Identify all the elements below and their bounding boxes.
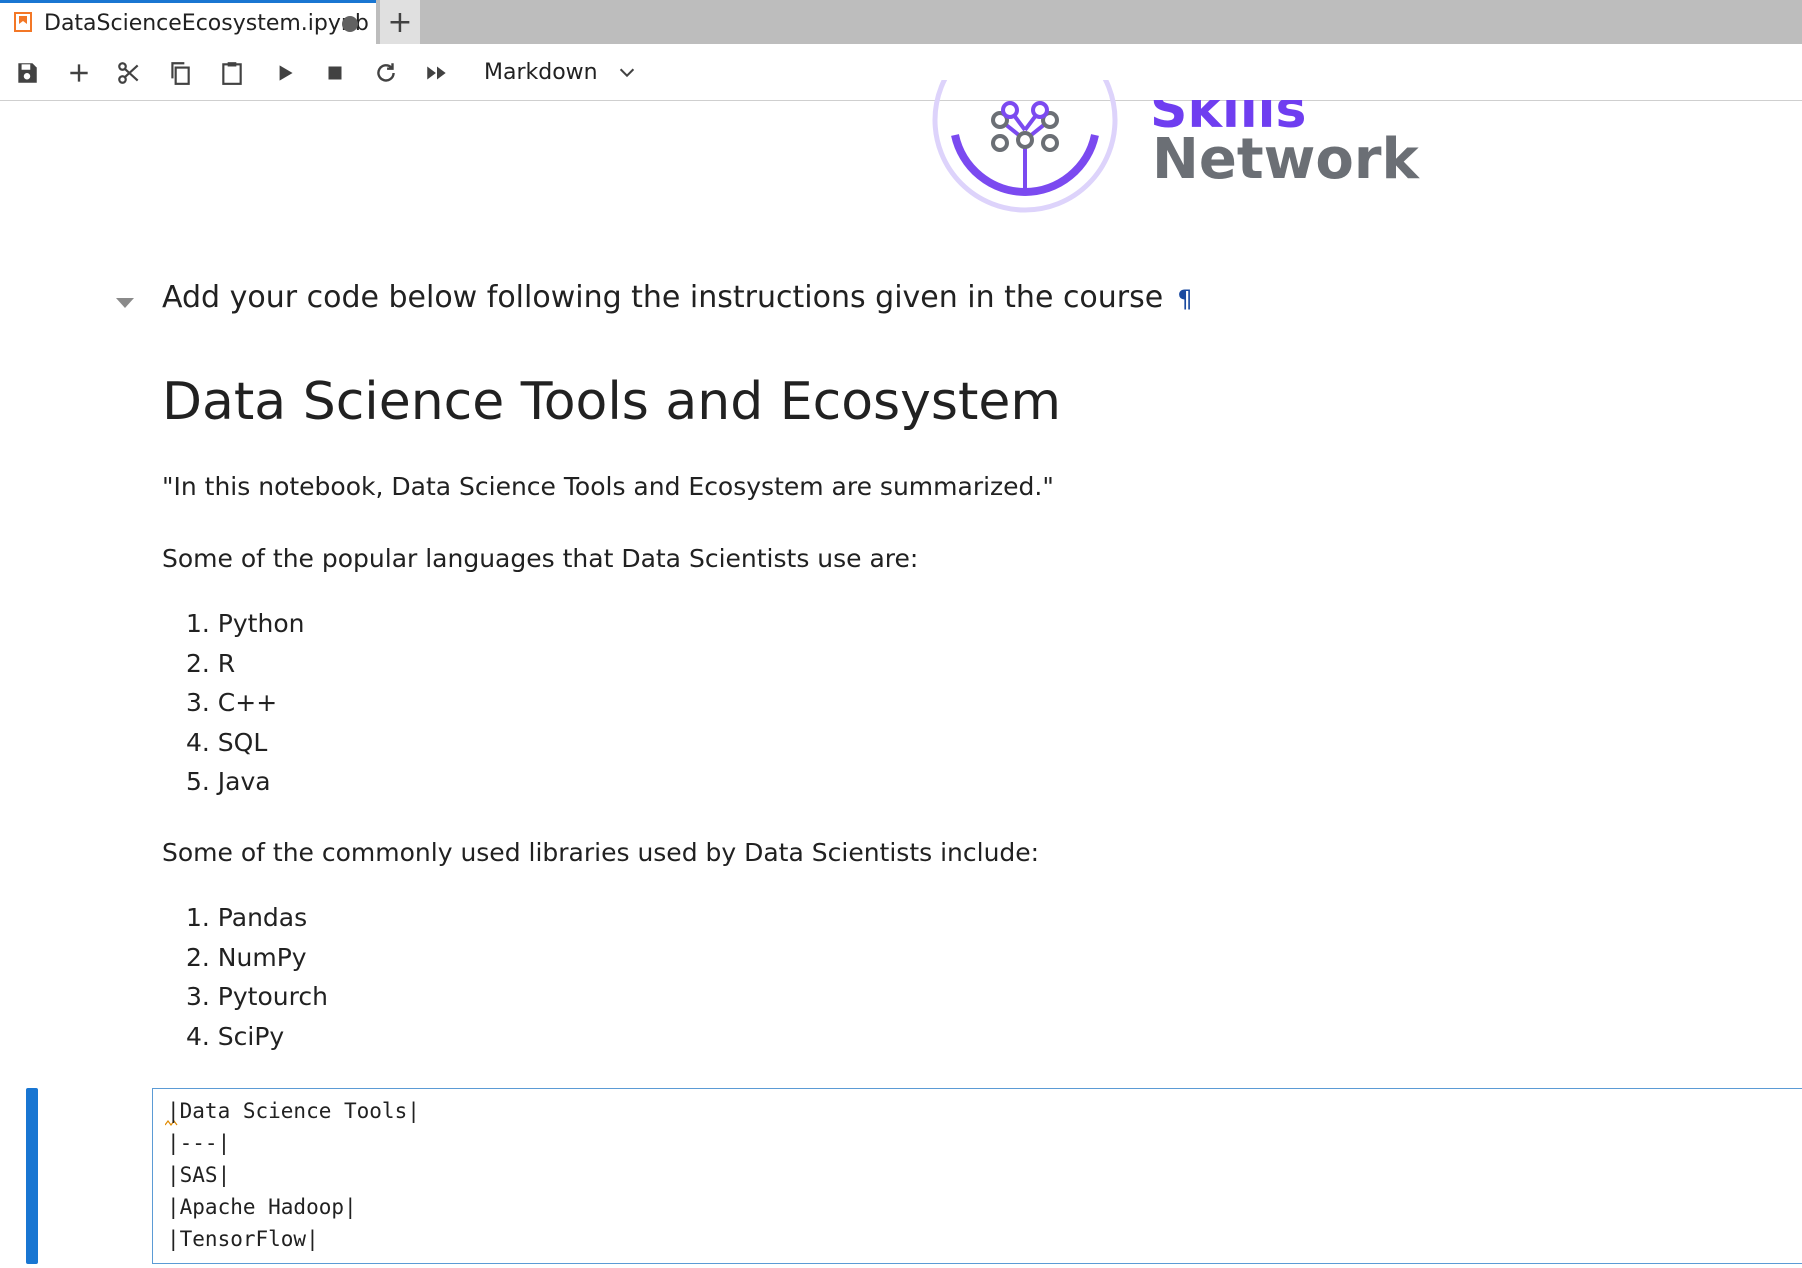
- libraries-list: 1. Pandas 2. NumPy 3. Pytourch 4. SciPy: [186, 898, 328, 1056]
- code-line: |Apache Hadoop|: [167, 1195, 357, 1219]
- cut-button[interactable]: [114, 58, 144, 88]
- collapse-caret-icon[interactable]: [114, 296, 136, 310]
- instruction-heading: Add your code below following the instru…: [162, 280, 1193, 315]
- run-all-button[interactable]: [422, 58, 452, 88]
- list-item: 4. SQL: [186, 727, 268, 757]
- add-cell-button[interactable]: [64, 58, 94, 88]
- logo-tree-icon: [932, 80, 1118, 213]
- notebook-icon: [14, 12, 32, 32]
- skills-network-logo: Skills Network: [930, 80, 1430, 230]
- copy-button[interactable]: [165, 58, 195, 88]
- stop-button[interactable]: [320, 58, 350, 88]
- list-item: 1. Python: [186, 609, 305, 638]
- stop-icon: [328, 66, 342, 80]
- libraries-heading: Some of the commonly used libraries used…: [162, 838, 1040, 867]
- save-button[interactable]: [12, 58, 42, 88]
- cell-type-label: Markdown: [484, 59, 598, 85]
- restart-icon: [377, 63, 395, 82]
- languages-list: 1. Python 2. R 3. C++ 4. SQL 5. Java: [186, 604, 304, 802]
- list-item: 4. SciPy: [186, 1021, 285, 1051]
- notebook-toolbar: Markdown: [0, 44, 1802, 101]
- list-item: 2. NumPy: [186, 942, 307, 972]
- code-line: |SAS|: [167, 1163, 231, 1187]
- languages-heading: Some of the popular languages that Data …: [162, 544, 919, 573]
- run-all-icon: [427, 66, 446, 80]
- add-cell-icon: [70, 64, 88, 82]
- unsaved-indicator-icon[interactable]: [342, 16, 358, 32]
- save-icon: [18, 63, 37, 83]
- copy-icon: [171, 62, 190, 85]
- tab-title: DataScienceEcosystem.ipynb: [44, 11, 369, 36]
- code-line: |TensorFlow|: [167, 1227, 319, 1251]
- intro-text: "In this notebook, Data Science Tools an…: [162, 472, 1054, 501]
- page-title: Data Science Tools and Ecosystem: [162, 372, 1062, 432]
- list-item: 2. R: [186, 648, 236, 678]
- new-tab-button[interactable]: +: [380, 0, 420, 44]
- cell-type-dropdown[interactable]: Markdown: [484, 57, 638, 87]
- run-icon: [279, 65, 293, 81]
- notebook-tab[interactable]: DataScienceEcosystem.ipynb: [0, 0, 376, 44]
- tab-bar: DataScienceEcosystem.ipynb +: [0, 0, 1802, 44]
- restart-button[interactable]: [371, 58, 401, 88]
- code-line: |Data Science Tools|: [167, 1099, 420, 1123]
- markdown-editor[interactable]: |Data Science Tools| |---| |SAS| |Apache…: [152, 1088, 1802, 1264]
- active-cell-indicator[interactable]: [26, 1088, 38, 1264]
- list-item: 3. Pytourch: [186, 982, 328, 1011]
- run-button[interactable]: [270, 58, 300, 88]
- paste-button[interactable]: [217, 58, 247, 88]
- list-item: 5. Java: [186, 767, 271, 796]
- list-item: 1. Pandas: [186, 903, 308, 932]
- paste-icon: [222, 62, 242, 85]
- instruction-text: Add your code below following the instru…: [162, 280, 1164, 315]
- anchor-link[interactable]: ¶: [1177, 285, 1192, 313]
- cut-icon: [118, 62, 139, 84]
- list-item: 3. C++: [186, 688, 278, 717]
- chevron-down-icon: [619, 68, 634, 78]
- code-line: |---|: [167, 1131, 231, 1155]
- logo-text-network: Network: [1152, 127, 1419, 192]
